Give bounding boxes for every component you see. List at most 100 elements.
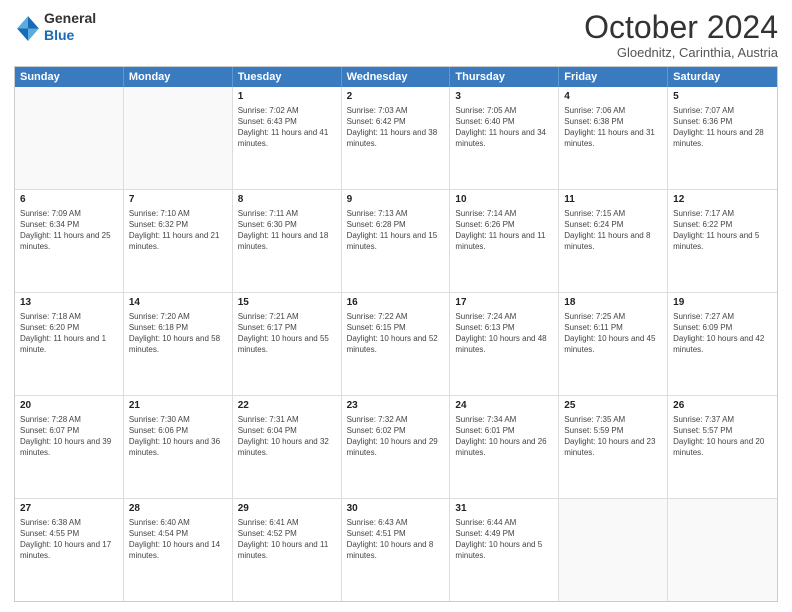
day-number: 5 xyxy=(673,90,772,104)
calendar-cell: 4Sunrise: 7:06 AM Sunset: 6:38 PM Daylig… xyxy=(559,87,668,189)
logo-icon xyxy=(14,13,42,41)
cell-info: Sunrise: 7:15 AM Sunset: 6:24 PM Dayligh… xyxy=(564,208,662,253)
calendar-header: SundayMondayTuesdayWednesdayThursdayFrid… xyxy=(15,67,777,87)
day-number: 20 xyxy=(20,399,118,413)
calendar-cell: 25Sunrise: 7:35 AM Sunset: 5:59 PM Dayli… xyxy=(559,396,668,498)
header-day-wednesday: Wednesday xyxy=(342,67,451,87)
cell-info: Sunrise: 7:37 AM Sunset: 5:57 PM Dayligh… xyxy=(673,414,772,459)
header-day-saturday: Saturday xyxy=(668,67,777,87)
cell-info: Sunrise: 7:13 AM Sunset: 6:28 PM Dayligh… xyxy=(347,208,445,253)
calendar-cell: 7Sunrise: 7:10 AM Sunset: 6:32 PM Daylig… xyxy=(124,190,233,292)
page: General Blue October 2024 Gloednitz, Car… xyxy=(0,0,792,612)
calendar-cell: 26Sunrise: 7:37 AM Sunset: 5:57 PM Dayli… xyxy=(668,396,777,498)
calendar-cell: 31Sunrise: 6:44 AM Sunset: 4:49 PM Dayli… xyxy=(450,499,559,601)
day-number: 9 xyxy=(347,193,445,207)
calendar-row-1: 1Sunrise: 7:02 AM Sunset: 6:43 PM Daylig… xyxy=(15,87,777,189)
cell-info: Sunrise: 7:30 AM Sunset: 6:06 PM Dayligh… xyxy=(129,414,227,459)
location: Gloednitz, Carinthia, Austria xyxy=(584,45,778,60)
day-number: 26 xyxy=(673,399,772,413)
cell-info: Sunrise: 6:43 AM Sunset: 4:51 PM Dayligh… xyxy=(347,517,445,562)
calendar-cell: 11Sunrise: 7:15 AM Sunset: 6:24 PM Dayli… xyxy=(559,190,668,292)
cell-info: Sunrise: 6:44 AM Sunset: 4:49 PM Dayligh… xyxy=(455,517,553,562)
calendar-body: 1Sunrise: 7:02 AM Sunset: 6:43 PM Daylig… xyxy=(15,87,777,601)
day-number: 1 xyxy=(238,90,336,104)
calendar-row-2: 6Sunrise: 7:09 AM Sunset: 6:34 PM Daylig… xyxy=(15,189,777,292)
calendar-cell: 8Sunrise: 7:11 AM Sunset: 6:30 PM Daylig… xyxy=(233,190,342,292)
cell-info: Sunrise: 6:41 AM Sunset: 4:52 PM Dayligh… xyxy=(238,517,336,562)
day-number: 28 xyxy=(129,502,227,516)
cell-info: Sunrise: 7:35 AM Sunset: 5:59 PM Dayligh… xyxy=(564,414,662,459)
cell-info: Sunrise: 7:06 AM Sunset: 6:38 PM Dayligh… xyxy=(564,105,662,150)
calendar-cell: 29Sunrise: 6:41 AM Sunset: 4:52 PM Dayli… xyxy=(233,499,342,601)
day-number: 15 xyxy=(238,296,336,310)
cell-info: Sunrise: 7:24 AM Sunset: 6:13 PM Dayligh… xyxy=(455,311,553,356)
day-number: 10 xyxy=(455,193,553,207)
day-number: 31 xyxy=(455,502,553,516)
calendar-row-4: 20Sunrise: 7:28 AM Sunset: 6:07 PM Dayli… xyxy=(15,395,777,498)
cell-info: Sunrise: 7:14 AM Sunset: 6:26 PM Dayligh… xyxy=(455,208,553,253)
calendar-cell xyxy=(559,499,668,601)
calendar-cell: 3Sunrise: 7:05 AM Sunset: 6:40 PM Daylig… xyxy=(450,87,559,189)
day-number: 4 xyxy=(564,90,662,104)
day-number: 3 xyxy=(455,90,553,104)
day-number: 23 xyxy=(347,399,445,413)
cell-info: Sunrise: 7:28 AM Sunset: 6:07 PM Dayligh… xyxy=(20,414,118,459)
calendar-cell: 19Sunrise: 7:27 AM Sunset: 6:09 PM Dayli… xyxy=(668,293,777,395)
calendar-cell: 22Sunrise: 7:31 AM Sunset: 6:04 PM Dayli… xyxy=(233,396,342,498)
header-day-tuesday: Tuesday xyxy=(233,67,342,87)
logo: General Blue xyxy=(14,10,96,44)
day-number: 21 xyxy=(129,399,227,413)
logo-text: General Blue xyxy=(44,10,96,44)
cell-info: Sunrise: 7:34 AM Sunset: 6:01 PM Dayligh… xyxy=(455,414,553,459)
calendar-cell xyxy=(124,87,233,189)
logo-line1: General xyxy=(44,10,96,27)
calendar-cell: 2Sunrise: 7:03 AM Sunset: 6:42 PM Daylig… xyxy=(342,87,451,189)
day-number: 8 xyxy=(238,193,336,207)
calendar-row-3: 13Sunrise: 7:18 AM Sunset: 6:20 PM Dayli… xyxy=(15,292,777,395)
cell-info: Sunrise: 7:10 AM Sunset: 6:32 PM Dayligh… xyxy=(129,208,227,253)
calendar-cell: 18Sunrise: 7:25 AM Sunset: 6:11 PM Dayli… xyxy=(559,293,668,395)
cell-info: Sunrise: 7:17 AM Sunset: 6:22 PM Dayligh… xyxy=(673,208,772,253)
calendar-cell: 10Sunrise: 7:14 AM Sunset: 6:26 PM Dayli… xyxy=(450,190,559,292)
cell-info: Sunrise: 7:03 AM Sunset: 6:42 PM Dayligh… xyxy=(347,105,445,150)
day-number: 6 xyxy=(20,193,118,207)
header-day-thursday: Thursday xyxy=(450,67,559,87)
month-title: October 2024 xyxy=(584,10,778,45)
cell-info: Sunrise: 7:07 AM Sunset: 6:36 PM Dayligh… xyxy=(673,105,772,150)
calendar-cell: 1Sunrise: 7:02 AM Sunset: 6:43 PM Daylig… xyxy=(233,87,342,189)
cell-info: Sunrise: 7:31 AM Sunset: 6:04 PM Dayligh… xyxy=(238,414,336,459)
cell-info: Sunrise: 7:18 AM Sunset: 6:20 PM Dayligh… xyxy=(20,311,118,356)
calendar-cell: 15Sunrise: 7:21 AM Sunset: 6:17 PM Dayli… xyxy=(233,293,342,395)
cell-info: Sunrise: 7:25 AM Sunset: 6:11 PM Dayligh… xyxy=(564,311,662,356)
cell-info: Sunrise: 7:02 AM Sunset: 6:43 PM Dayligh… xyxy=(238,105,336,150)
day-number: 24 xyxy=(455,399,553,413)
cell-info: Sunrise: 6:38 AM Sunset: 4:55 PM Dayligh… xyxy=(20,517,118,562)
calendar-cell: 6Sunrise: 7:09 AM Sunset: 6:34 PM Daylig… xyxy=(15,190,124,292)
day-number: 22 xyxy=(238,399,336,413)
day-number: 14 xyxy=(129,296,227,310)
calendar-cell: 20Sunrise: 7:28 AM Sunset: 6:07 PM Dayli… xyxy=(15,396,124,498)
cell-info: Sunrise: 6:40 AM Sunset: 4:54 PM Dayligh… xyxy=(129,517,227,562)
day-number: 2 xyxy=(347,90,445,104)
calendar-cell xyxy=(15,87,124,189)
day-number: 11 xyxy=(564,193,662,207)
cell-info: Sunrise: 7:27 AM Sunset: 6:09 PM Dayligh… xyxy=(673,311,772,356)
day-number: 12 xyxy=(673,193,772,207)
calendar-cell: 23Sunrise: 7:32 AM Sunset: 6:02 PM Dayli… xyxy=(342,396,451,498)
day-number: 19 xyxy=(673,296,772,310)
calendar-cell: 21Sunrise: 7:30 AM Sunset: 6:06 PM Dayli… xyxy=(124,396,233,498)
cell-info: Sunrise: 7:21 AM Sunset: 6:17 PM Dayligh… xyxy=(238,311,336,356)
cell-info: Sunrise: 7:11 AM Sunset: 6:30 PM Dayligh… xyxy=(238,208,336,253)
calendar-cell: 27Sunrise: 6:38 AM Sunset: 4:55 PM Dayli… xyxy=(15,499,124,601)
cell-info: Sunrise: 7:32 AM Sunset: 6:02 PM Dayligh… xyxy=(347,414,445,459)
day-number: 16 xyxy=(347,296,445,310)
cell-info: Sunrise: 7:05 AM Sunset: 6:40 PM Dayligh… xyxy=(455,105,553,150)
calendar-cell: 14Sunrise: 7:20 AM Sunset: 6:18 PM Dayli… xyxy=(124,293,233,395)
day-number: 25 xyxy=(564,399,662,413)
calendar-cell: 16Sunrise: 7:22 AM Sunset: 6:15 PM Dayli… xyxy=(342,293,451,395)
calendar-row-5: 27Sunrise: 6:38 AM Sunset: 4:55 PM Dayli… xyxy=(15,498,777,601)
cell-info: Sunrise: 7:20 AM Sunset: 6:18 PM Dayligh… xyxy=(129,311,227,356)
calendar-cell: 24Sunrise: 7:34 AM Sunset: 6:01 PM Dayli… xyxy=(450,396,559,498)
day-number: 30 xyxy=(347,502,445,516)
day-number: 18 xyxy=(564,296,662,310)
